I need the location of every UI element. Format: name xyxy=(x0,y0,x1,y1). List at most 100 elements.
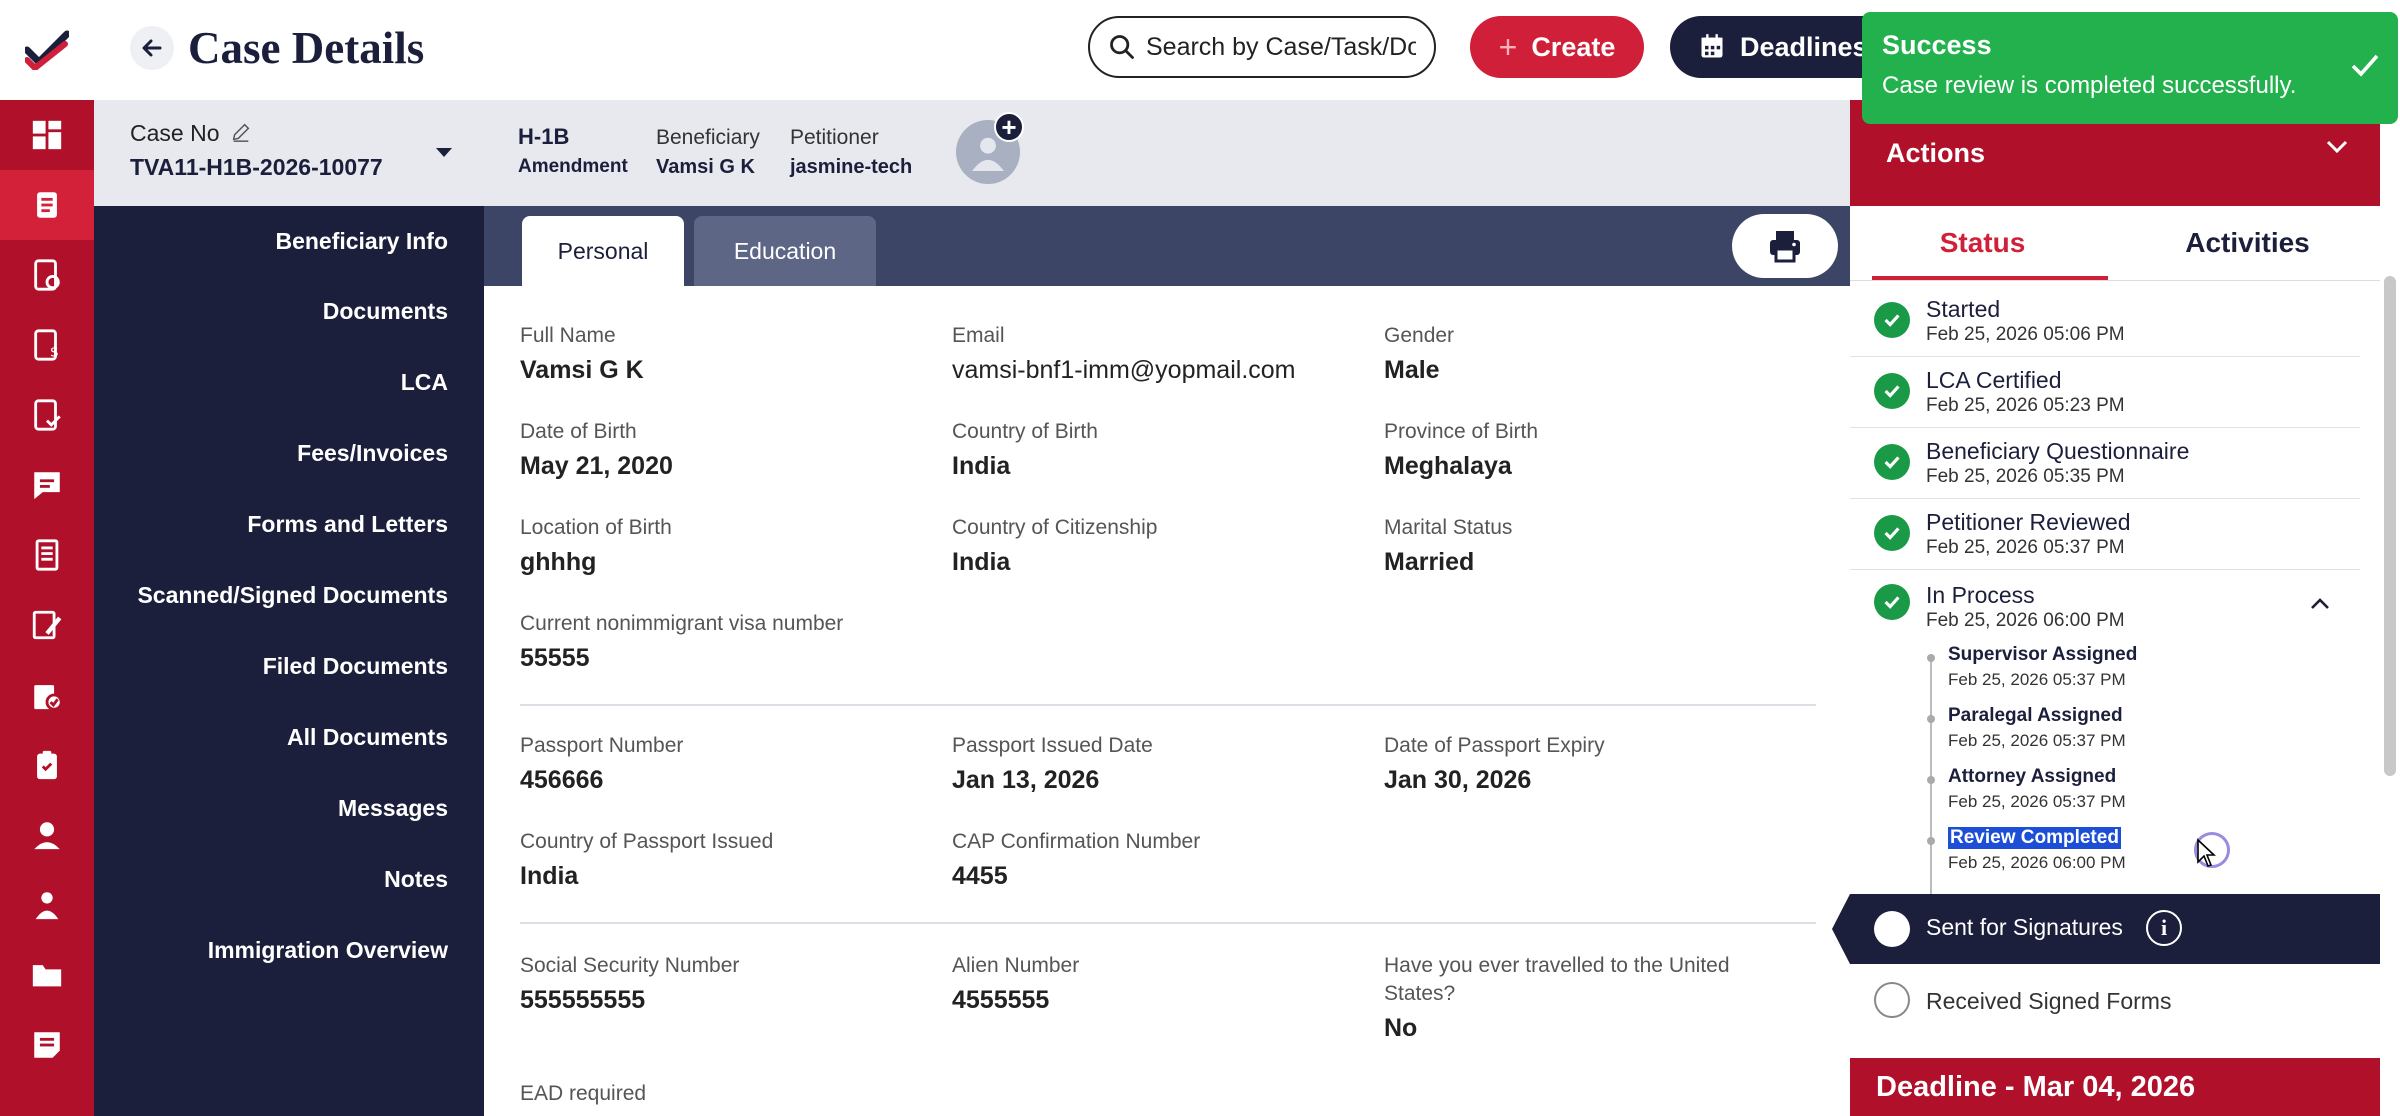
step-date: Feb 25, 2026 06:00 PM xyxy=(1926,610,2125,631)
rail-folder[interactable] xyxy=(0,940,94,1010)
passport-issued-label: Passport Issued Date xyxy=(952,734,1153,757)
substep-date: Feb 25, 2026 05:37 PM xyxy=(1948,670,2126,689)
field-gender: Gender Male xyxy=(1384,322,1454,385)
field-province-of-birth: Province of Birth Meghalaya xyxy=(1384,418,1538,481)
search-icon xyxy=(1110,35,1134,59)
rail-invoices[interactable]: $ xyxy=(0,310,94,380)
timeline-dot xyxy=(1927,654,1935,662)
nav-forms-letters[interactable]: Forms and Letters xyxy=(247,511,448,538)
ead-required-label: EAD required xyxy=(520,1082,647,1105)
timeline-dot xyxy=(1927,837,1935,845)
edit-pencil-icon[interactable] xyxy=(230,121,252,143)
toast-message: Case review is completed successfully. xyxy=(1882,72,2297,99)
nav-all-documents[interactable]: All Documents xyxy=(287,724,448,751)
tab-personal[interactable]: Personal xyxy=(522,216,684,286)
section-divider xyxy=(520,922,1816,924)
rail-cases[interactable] xyxy=(0,170,94,240)
email-label: Email xyxy=(952,324,1005,347)
checkmark-icon xyxy=(2350,52,2380,83)
caret-down-icon xyxy=(436,148,452,157)
global-search[interactable] xyxy=(1088,16,1436,78)
search-input[interactable] xyxy=(1146,32,1416,62)
step-divider xyxy=(1850,498,2360,499)
rail-messages[interactable] xyxy=(0,450,94,520)
country-of-birth-value: India xyxy=(952,452,1011,480)
substep-name: Supervisor Assigned xyxy=(1948,644,2138,665)
print-button[interactable] xyxy=(1732,214,1838,278)
tasks-icon xyxy=(34,259,60,291)
cap-confirmation-value: 4455 xyxy=(952,862,1008,890)
nav-documents[interactable]: Documents xyxy=(323,298,448,325)
rail-approvals[interactable] xyxy=(0,380,94,450)
marital-status-label: Marital Status xyxy=(1384,516,1513,539)
app-logo[interactable] xyxy=(0,0,94,100)
rail-user[interactable] xyxy=(0,800,94,870)
tab-activities[interactable]: Activities xyxy=(2115,206,2380,280)
success-toast[interactable]: Success Case review is completed success… xyxy=(1862,12,2398,124)
dob-label: Date of Birth xyxy=(520,420,637,443)
nav-immigration-overview[interactable]: Immigration Overview xyxy=(208,937,448,964)
petitioner-name[interactable]: jasmine-tech xyxy=(790,156,912,179)
field-dob: Date of Birth May 21, 2020 xyxy=(520,418,673,481)
rail-notes[interactable] xyxy=(0,1010,94,1080)
travelled-value: No xyxy=(1384,1014,1418,1042)
status-step-received-signed-forms: Received Signed Forms xyxy=(1926,988,2172,1014)
rail-forms[interactable] xyxy=(0,590,94,660)
step-date: Feb 25, 2026 05:06 PM xyxy=(1926,324,2125,345)
case-sidenav: Beneficiary Info Documents LCA Fees/Invo… xyxy=(94,206,484,1116)
rail-reports[interactable] xyxy=(0,520,94,590)
step-divider xyxy=(1850,356,2360,357)
full-name-label: Full Name xyxy=(520,324,616,347)
field-full-name: Full Name Vamsi G K xyxy=(520,322,644,385)
visa-number-label: Current nonimmigrant visa number xyxy=(520,612,844,635)
rail-dashboard[interactable] xyxy=(0,100,94,170)
nav-beneficiary-info[interactable]: Beneficiary Info xyxy=(275,228,448,255)
rail-tasks[interactable] xyxy=(0,240,94,310)
citizenship-label: Country of Citizenship xyxy=(952,516,1158,539)
nav-messages[interactable]: Messages xyxy=(338,795,448,822)
passport-issued-value: Jan 13, 2026 xyxy=(952,766,1100,794)
nav-notes[interactable]: Notes xyxy=(384,866,448,893)
check-circle-icon xyxy=(1874,444,1910,480)
status-step-sent-for-signatures[interactable]: Sent for Signatures i xyxy=(1832,894,2380,964)
deadlines-label: Deadlines xyxy=(1740,31,1868,62)
case-info-bar: Case No TVA11-H1B-2026-10077 H-1B Amendm… xyxy=(94,100,1850,206)
step-name: Beneficiary Questionnaire xyxy=(1926,438,2190,464)
rail-clipboard[interactable] xyxy=(0,730,94,800)
province-of-birth-label: Province of Birth xyxy=(1384,420,1539,443)
chevron-down-icon[interactable] xyxy=(2326,140,2348,159)
field-marital-status: Marital Status Married xyxy=(1384,514,1512,577)
beneficiary-name[interactable]: Vamsi G K xyxy=(656,156,755,179)
gender-value: Male xyxy=(1384,356,1440,384)
nav-lca[interactable]: LCA xyxy=(401,369,448,396)
nav-fees-invoices[interactable]: Fees/Invoices xyxy=(297,440,448,467)
passport-expiry-value: Jan 30, 2026 xyxy=(1384,766,1532,794)
icon-rail: $ xyxy=(0,0,94,1116)
tab-status[interactable]: Status xyxy=(1850,206,2115,280)
tab-education[interactable]: Education xyxy=(694,216,876,286)
chevron-up-icon[interactable] xyxy=(2310,598,2330,610)
back-button[interactable] xyxy=(130,26,174,70)
passport-number-label: Passport Number xyxy=(520,734,684,757)
substep-name: Paralegal Assigned xyxy=(1948,705,2123,726)
user-icon xyxy=(34,822,60,850)
panel-scrollbar[interactable] xyxy=(2384,276,2396,776)
rail-team[interactable] xyxy=(0,870,94,940)
add-assignee-button[interactable]: + xyxy=(994,112,1024,142)
create-button[interactable]: + Create xyxy=(1470,16,1644,78)
field-cap-confirmation: CAP Confirmation Number 4455 xyxy=(952,828,1200,891)
notes-icon xyxy=(34,1032,60,1058)
citizenship-value: India xyxy=(952,548,1011,576)
nav-scanned-signed[interactable]: Scanned/Signed Documents xyxy=(137,582,448,609)
deadlines-button[interactable]: Deadlines xyxy=(1670,16,1880,78)
alien-number-value: 4555555 xyxy=(952,986,1050,1014)
plus-icon: + xyxy=(1498,28,1518,65)
field-ssn: Social Security Number 555555555 xyxy=(520,952,739,1015)
info-icon[interactable]: i xyxy=(2146,910,2182,946)
field-passport-country: Country of Passport Issued India xyxy=(520,828,773,891)
case-dropdown-toggle[interactable] xyxy=(434,146,454,165)
documents-icon xyxy=(34,685,63,711)
step-name: LCA Certified xyxy=(1926,367,2062,393)
nav-filed-documents[interactable]: Filed Documents xyxy=(263,653,448,680)
rail-documents[interactable] xyxy=(0,660,94,730)
